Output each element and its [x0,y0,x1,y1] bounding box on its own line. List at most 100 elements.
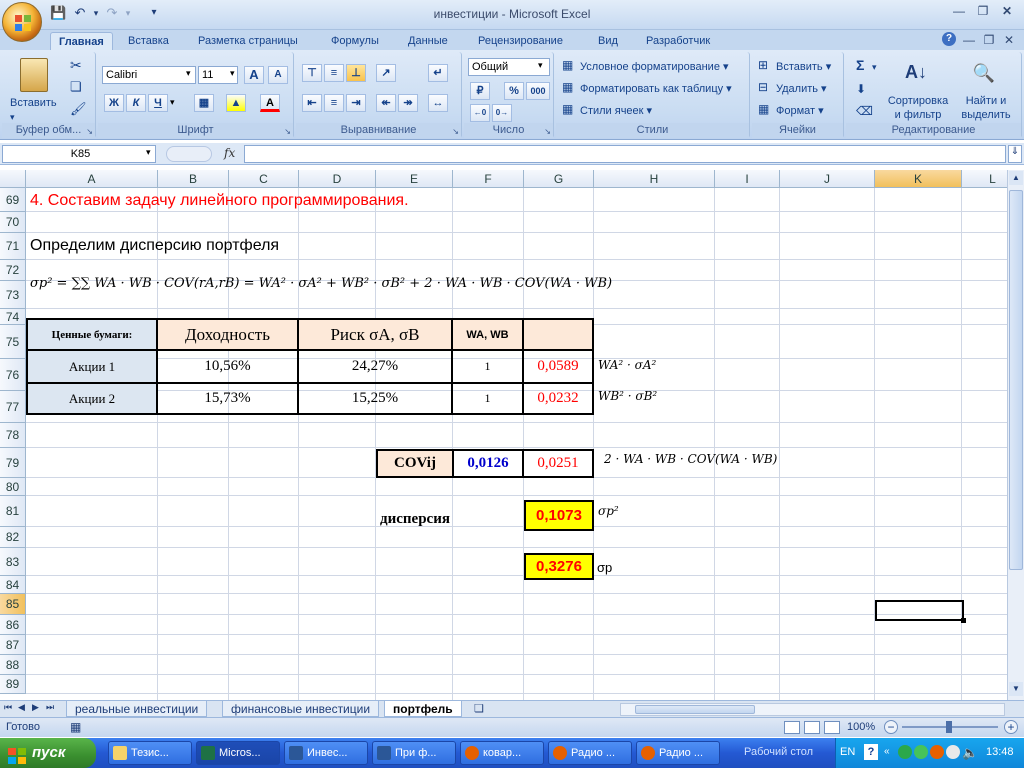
help-icon[interactable]: ? [942,32,956,46]
row-header-80[interactable]: 80 [0,478,26,496]
row-header-84[interactable]: 84 [0,576,26,594]
row-header-79[interactable]: 79 [0,448,26,478]
clipboard-launcher-icon[interactable]: ↘ [86,127,93,136]
zoom-out-icon[interactable]: − [884,720,898,734]
align-middle-icon[interactable]: ≡ [324,64,344,82]
row-header-74[interactable]: 74 [0,309,26,325]
align-top-icon[interactable]: ⊤ [302,64,322,82]
row-header-71[interactable]: 71 [0,233,26,260]
tab-review[interactable]: Рецензирование [470,32,571,50]
row-header-81[interactable]: 81 [0,496,26,527]
delete-cells-button[interactable]: Удалить ▾ [776,82,827,96]
row-header-89[interactable]: 89 [0,675,26,694]
tab-developer[interactable]: Разработчик [638,32,718,50]
align-bottom-icon[interactable]: ⊥ [346,64,366,82]
help-tray-icon[interactable]: ? [864,744,878,760]
tray-app-icon[interactable] [946,745,960,759]
volume-icon[interactable]: 🔈 [962,745,978,761]
number-format-dropdown-icon[interactable]: ▾ [538,60,543,71]
normal-view-icon[interactable] [784,721,800,734]
minimize-icon[interactable]: — [950,4,968,18]
expand-formula-bar-icon[interactable]: ⇓ [1008,145,1022,163]
row-header-77[interactable]: 77 [0,391,26,423]
italic-button[interactable]: К [126,94,146,112]
paste-icon[interactable] [20,58,48,92]
macro-record-icon[interactable]: ▦ [70,720,81,734]
tab-insert[interactable]: Вставка [120,32,177,50]
tab-view[interactable]: Вид [590,32,626,50]
select-all-corner[interactable] [0,170,26,188]
tab-page-layout[interactable]: Разметка страницы [190,32,306,50]
font-name-dropdown-icon[interactable]: ▾ [186,68,191,79]
row-header-82[interactable]: 82 [0,527,26,548]
column-header-E[interactable]: E [376,170,453,188]
paste-dropdown-icon[interactable]: ▾ [10,110,15,124]
format-painter-icon[interactable]: 🖌 [70,102,87,116]
autosum-button[interactable]: Σ [856,58,864,72]
scroll-down-icon[interactable]: ▼ [1009,682,1023,696]
formula-input[interactable] [244,145,1006,163]
insert-function-button[interactable]: fx [224,146,235,160]
start-button[interactable]: пуск [0,738,96,768]
formula-bar-handle[interactable] [166,146,212,162]
cut-icon[interactable]: ✂ [70,58,82,72]
increase-decimal-icon[interactable]: ←0 [470,104,490,122]
shrink-font-button[interactable]: A [268,66,288,84]
task-thesis[interactable]: Тезис... [108,741,192,765]
find-select-button[interactable]: Найти и выделить [956,94,1016,122]
close-icon[interactable]: ✕ [998,4,1016,18]
orientation-icon[interactable]: ↗ [376,64,396,82]
copy-icon[interactable]: ❏ [70,80,82,94]
format-cells-button[interactable]: Формат ▾ [776,104,824,118]
sort-filter-button[interactable]: Сортировка и фильтр [886,94,950,122]
align-center-icon[interactable]: ≡ [324,94,344,112]
column-header-I[interactable]: I [715,170,780,188]
row-header-69[interactable]: 69 [0,188,26,212]
column-header-K[interactable]: K [875,170,962,188]
page-break-view-icon[interactable] [824,721,840,734]
first-sheet-icon[interactable]: ⏮ [4,702,12,713]
font-name-box[interactable]: Calibri [102,66,196,84]
name-box-dropdown-icon[interactable]: ▾ [146,147,151,158]
decrease-indent-icon[interactable]: ↞ [376,94,396,112]
tray-expand-icon[interactable]: « [884,746,890,757]
sheet-tab-financial-investments[interactable]: финансовые инвестиции [222,701,380,717]
clear-icon[interactable]: ⌫ [856,104,873,118]
task-word-invest[interactable]: Инвес... [284,741,368,765]
tab-formulas[interactable]: Формулы [323,32,387,50]
row-header-70[interactable]: 70 [0,212,26,233]
column-header-F[interactable]: F [453,170,524,188]
insert-cells-button[interactable]: Вставить ▾ [776,60,831,74]
restore-icon[interactable]: ❐ [974,4,992,18]
selected-cell[interactable] [875,600,966,623]
column-header-D[interactable]: D [299,170,376,188]
ribbon-minimize-icon[interactable]: — [960,33,978,47]
align-left-icon[interactable]: ⇤ [302,94,322,112]
row-header-76[interactable]: 76 [0,359,26,391]
desktop-toolbar[interactable]: Рабочий стол [744,746,813,758]
task-excel[interactable]: Micros... [196,741,280,765]
format-as-table-button[interactable]: Форматировать как таблицу ▾ [580,82,732,96]
language-indicator[interactable]: EN [840,746,855,758]
column-header-B[interactable]: B [158,170,229,188]
tray-app-icon[interactable] [930,745,944,759]
sheet-tab-real-investments[interactable]: реальные инвестиции [66,701,208,717]
font-size-dropdown-icon[interactable]: ▾ [230,68,235,79]
fill-icon[interactable]: ⬇ [856,82,866,96]
column-header-J[interactable]: J [780,170,875,188]
fill-handle[interactable] [961,618,966,623]
currency-icon[interactable]: ₽ [470,82,490,100]
number-launcher-icon[interactable]: ↘ [544,127,551,136]
column-header-A[interactable]: A [26,170,158,188]
tab-home[interactable]: Главная [50,32,113,50]
task-firefox-cov[interactable]: ковар... [460,741,544,765]
row-header-75[interactable]: 75 [0,325,26,359]
office-button[interactable] [2,2,42,42]
ribbon-close-icon[interactable]: ✕ [1000,33,1018,47]
prev-sheet-icon[interactable]: ◀ [18,702,25,713]
name-box[interactable]: K85 [2,145,156,163]
fill-color-icon[interactable]: ▲ [226,94,246,112]
zoom-level[interactable]: 100% [847,721,875,733]
row-header-87[interactable]: 87 [0,635,26,655]
align-right-icon[interactable]: ⇥ [346,94,366,112]
